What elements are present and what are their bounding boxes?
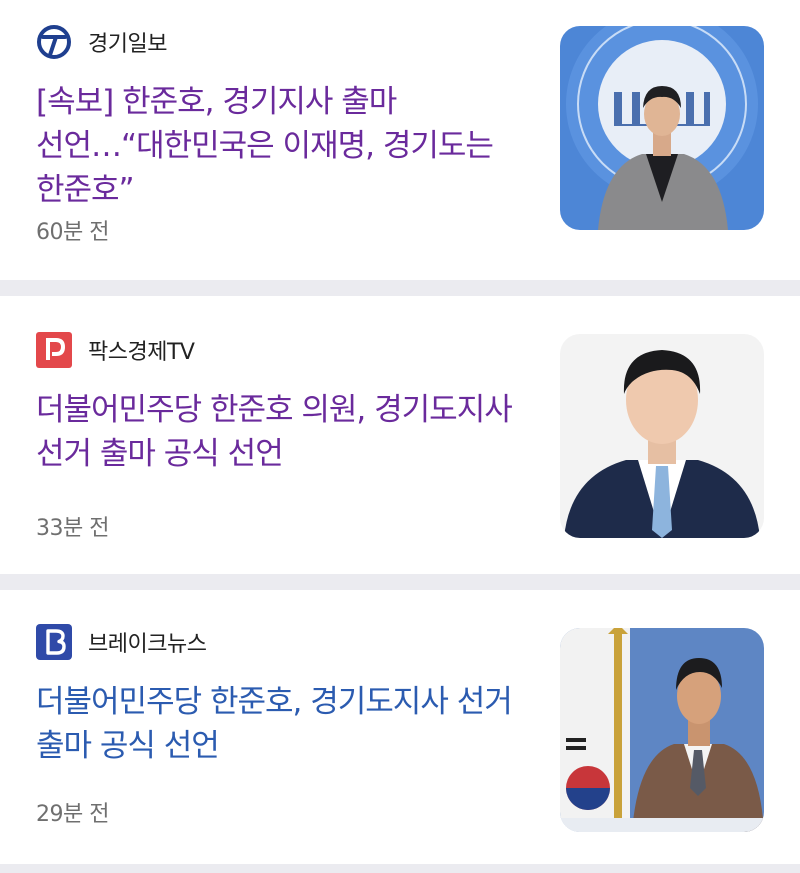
news-source[interactable]: 팍스경제TV [36,332,195,368]
news-headline[interactable]: 더불어민주당 한준호, 경기도지사 선거 출마 공식 선언 [36,680,526,768]
news-card[interactable]: 팍스경제TV 더불어민주당 한준호 의원, 경기도지사 선거 출마 공식 선언 … [0,296,800,574]
news-photo-3 [560,628,764,832]
news-headline[interactable]: [속보] 한준호, 경기지사 출마 선언…“대한민국은 이재명, 경기도는 한준… [36,80,526,212]
news-card[interactable]: 경기일보 [속보] 한준호, 경기지사 출마 선언…“대한민국은 이재명, 경기… [0,0,800,280]
news-source-name: 브레이크뉴스 [88,632,207,657]
news-time: 60분 전 [36,220,109,245]
news-photo-2 [560,334,764,538]
news-source[interactable]: 경기일보 [36,24,167,60]
news-headline[interactable]: 더불어민주당 한준호 의원, 경기도지사 선거 출마 공식 선언 [36,388,526,476]
news-source[interactable]: 브레이크뉴스 [36,624,207,660]
news-thumbnail[interactable] [560,26,764,230]
news-time: 29분 전 [36,802,109,827]
news-card[interactable]: 브레이크뉴스 더불어민주당 한준호, 경기도지사 선거 출마 공식 선언 29분… [0,590,800,864]
news-time: 33분 전 [36,516,109,541]
gyeonggi-ilbo-logo-icon [37,25,71,59]
breaknews-b-logo-icon [36,624,72,660]
news-source-name: 팍스경제TV [88,340,195,365]
news-photo-1 [560,26,764,230]
paxnet-p-logo-icon [36,332,72,368]
news-thumbnail[interactable] [560,628,764,832]
news-thumbnail[interactable] [560,334,764,538]
news-source-name: 경기일보 [88,32,167,57]
news-feed: 경기일보 [속보] 한준호, 경기지사 출마 선언…“대한민국은 이재명, 경기… [0,0,800,864]
